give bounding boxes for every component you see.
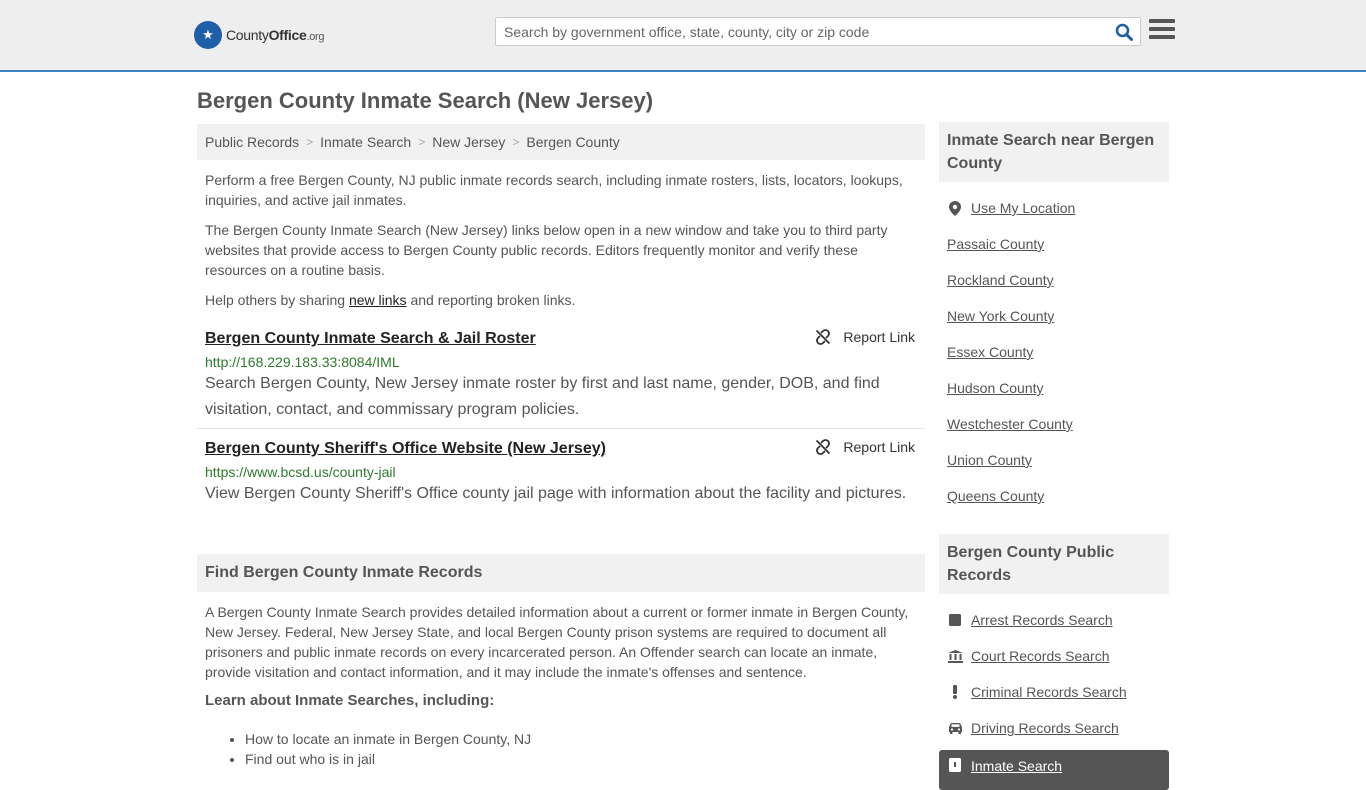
driving-records-link[interactable]: Driving Records Search [971,720,1119,736]
result-item: Bergen County Sheriff's Office Website (… [197,429,925,519]
nearby-county-link[interactable]: New York County [947,308,1054,324]
eagle-logo-icon: ★ [194,21,222,49]
result-item: Bergen County Inmate Search & Jail Roste… [197,329,925,429]
hamburger-menu-icon[interactable] [1149,19,1175,43]
result-url: https://www.bcsd.us/county-jail [205,464,396,480]
use-my-location-item[interactable]: Use My Location [947,190,1161,226]
site-header: ★ CountyOffice.org [0,0,1366,72]
nearby-county-link[interactable]: Queens County [947,488,1044,504]
report-link-button[interactable]: Report Link [815,439,915,455]
find-records-paragraph: A Bergen County Inmate Search provides d… [205,604,909,680]
broken-link-icon [816,329,831,345]
breadcrumb-separator-icon: > [512,135,520,149]
nearby-county-link[interactable]: Union County [947,452,1032,468]
public-records-heading: Bergen County Public Records [939,534,1169,594]
sidebar-item-inmate-search-active[interactable]: Inmate Search [939,750,1169,790]
breadcrumb-inmate-search[interactable]: Inmate Search [320,134,411,150]
breadcrumb-public-records[interactable]: Public Records [205,134,299,150]
nearby-county-link[interactable]: Rockland County [947,272,1054,288]
nearby-county-link[interactable]: Westchester County [947,416,1073,432]
public-records-list: Arrest Records Search Court Records Sear… [939,602,1169,746]
sidebar-item-westchester: Westchester County [947,406,1161,442]
criminal-records-link[interactable]: Criminal Records Search [971,684,1127,700]
inmate-search-label: Inmate Search [971,758,1063,774]
learn-list: How to locate an inmate in Bergen County… [197,729,925,769]
list-item: How to locate an inmate in Bergen County… [245,729,925,749]
breadcrumb-separator-icon: > [418,135,426,149]
sidebar-item-new-york: New York County [947,298,1161,334]
car-icon [947,722,963,734]
report-link-button[interactable]: Report Link [815,329,915,345]
sidebar-item-essex: Essex County [947,334,1161,370]
court-records-link[interactable]: Court Records Search [971,648,1110,664]
sidebar-item-queens: Queens County [947,478,1161,514]
search-button[interactable] [1108,18,1140,45]
list-item: Find out who is in jail [245,749,925,769]
nearby-heading: Inmate Search near Bergen County [939,122,1169,182]
site-logo[interactable]: ★ CountyOffice.org [194,20,325,50]
courthouse-icon [947,649,963,663]
breadcrumb-separator-icon: > [306,135,314,149]
sidebar-item-criminal-records: Criminal Records Search [947,674,1161,710]
result-title-link[interactable]: Bergen County Inmate Search & Jail Roste… [205,329,536,349]
sidebar-item-hudson: Hudson County [947,370,1161,406]
nearby-county-link[interactable]: Essex County [947,344,1033,360]
nearby-list: Use My Location Passaic County Rockland … [939,190,1169,514]
logo-wordmark: CountyOffice.org [226,27,325,43]
arrest-records-link[interactable]: Arrest Records Search [971,612,1113,628]
sidebar-item-rockland: Rockland County [947,262,1161,298]
result-title-link[interactable]: Bergen County Sheriff's Office Website (… [205,439,606,459]
sidebar-item-court-records: Court Records Search [947,638,1161,674]
intro-paragraph: The Bergen County Inmate Search (New Jer… [205,222,888,278]
exclamation-icon [947,685,963,699]
sidebar: Inmate Search near Bergen County Use My … [939,122,1169,790]
intro: Perform a free Bergen County, NJ public … [197,170,925,310]
inmate-icon [947,758,963,772]
find-records-body: A Bergen County Inmate Search provides d… [197,602,925,769]
nearby-county-link[interactable]: Passaic County [947,236,1044,252]
broken-link-icon [816,439,831,455]
sidebar-item-union: Union County [947,442,1161,478]
search-icon [1115,23,1133,41]
find-records-heading: Find Bergen County Inmate Records [197,554,925,592]
search-bar [495,17,1141,46]
use-my-location-link[interactable]: Use My Location [971,200,1075,216]
intro-paragraph: Perform a free Bergen County, NJ public … [205,172,903,208]
breadcrumb: Public Records > Inmate Search > New Jer… [197,124,925,160]
sidebar-item-passaic: Passaic County [947,226,1161,262]
sidebar-item-driving-records: Driving Records Search [947,710,1161,746]
result-description: View Bergen County Sheriff's Office coun… [205,485,907,502]
page-title: Bergen County Inmate Search (New Jersey) [197,88,654,113]
breadcrumb-bergen-county[interactable]: Bergen County [526,134,619,150]
nearby-county-link[interactable]: Hudson County [947,380,1044,396]
main-content: Public Records > Inmate Search > New Jer… [197,124,925,769]
search-input[interactable] [496,18,1108,45]
new-links-link[interactable]: new links [349,292,407,308]
map-pin-icon [947,200,963,216]
learn-heading: Learn about Inmate Searches, including: [205,692,495,709]
breadcrumb-new-jersey[interactable]: New Jersey [432,134,505,150]
sidebar-item-arrest-records: Arrest Records Search [947,602,1161,638]
result-url: http://168.229.183.33:8084/IML [205,354,400,370]
share-links-paragraph: Help others by sharing new links and rep… [205,292,576,308]
square-icon [947,614,963,626]
result-description: Search Bergen County, New Jersey inmate … [205,375,880,418]
